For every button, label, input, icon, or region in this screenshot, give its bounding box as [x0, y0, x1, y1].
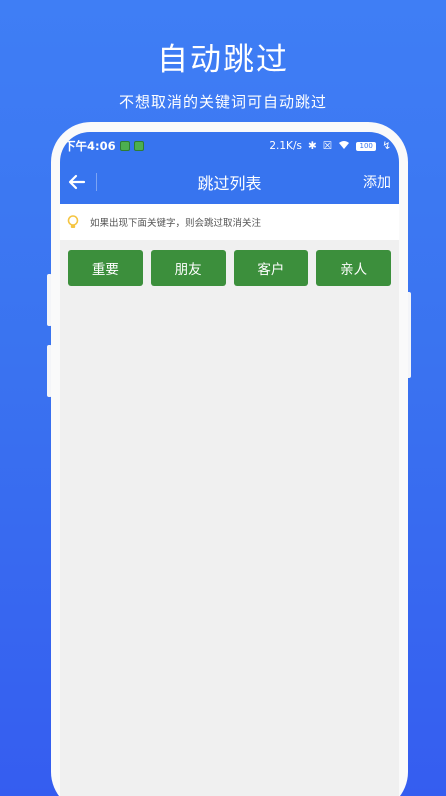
keyword-list: 重要 朋友 客户 亲人	[60, 240, 399, 286]
add-button[interactable]: 添加	[363, 172, 391, 192]
phone-screen: 下午4:06 2.1K/s ✱ ☒ 100 ↯ 跳过列表 添加 如果出现下面关键…	[60, 132, 399, 796]
tip-text: 如果出现下面关键字，则会跳过取消关注	[90, 218, 262, 229]
back-button[interactable]	[64, 169, 90, 195]
keyword-tag[interactable]: 客户	[233, 250, 309, 286]
keyword-tag[interactable]: 亲人	[316, 250, 391, 286]
keyword-tag[interactable]: 重要	[68, 250, 143, 286]
app-bar: 跳过列表 添加	[60, 160, 399, 204]
tip-bar: 如果出现下面关键字，则会跳过取消关注	[60, 204, 399, 240]
notification-icon	[119, 141, 130, 151]
notification-icon	[133, 141, 144, 151]
status-time: 下午4:06	[64, 139, 116, 153]
lightbulb-icon	[64, 213, 82, 231]
hero-subtitle: 不想取消的关键词可自动跳过	[118, 93, 327, 111]
arrow-left-icon	[68, 174, 86, 190]
bluetooth-icon: ✱	[307, 140, 317, 152]
keyword-tag[interactable]: 朋友	[150, 250, 226, 286]
wifi-icon	[338, 140, 350, 153]
phone-frame: 下午4:06 2.1K/s ✱ ☒ 100 ↯ 跳过列表 添加 如果出现下面关键…	[51, 122, 408, 796]
sim-icon: ☒	[322, 140, 333, 152]
appbar-divider	[96, 173, 97, 191]
page-title: 跳过列表	[197, 174, 262, 193]
charging-icon: ↯	[382, 140, 391, 152]
status-bar: 下午4:06 2.1K/s ✱ ☒ 100 ↯	[60, 132, 399, 160]
battery-icon: 100	[356, 141, 377, 151]
network-speed: 2.1K/s	[269, 140, 302, 152]
hero-title: 自动跳过	[157, 42, 289, 78]
